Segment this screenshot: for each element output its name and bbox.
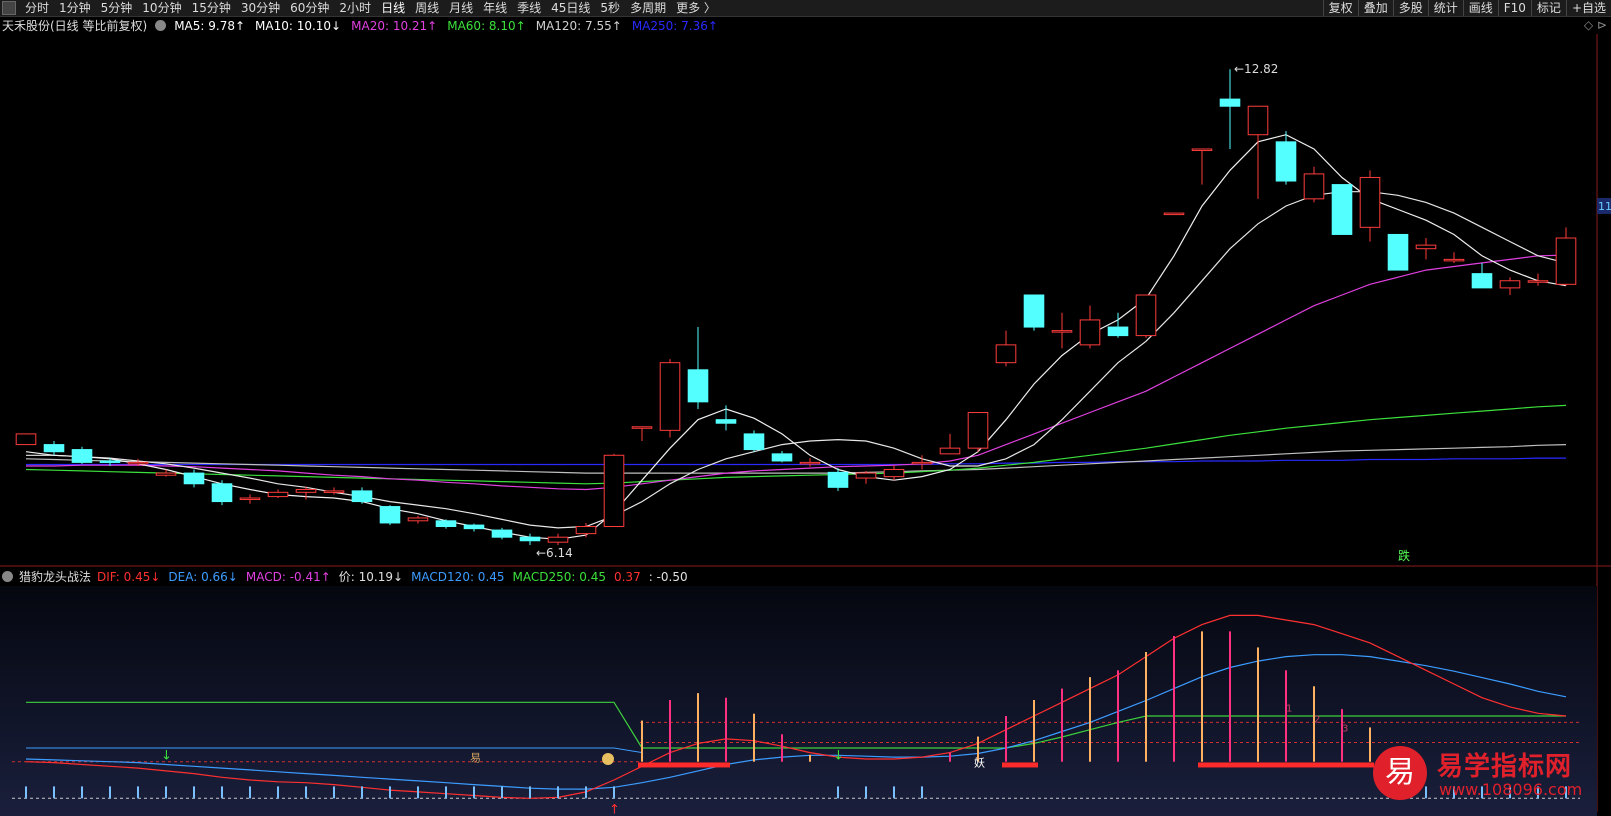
- candle-body: [351, 490, 373, 503]
- candle-body: [99, 460, 121, 463]
- watermark: 易 易学指标网 www.108096.com: [1373, 742, 1611, 816]
- candle-body: [911, 461, 933, 465]
- candle-body: [211, 483, 233, 503]
- candle-body: [1107, 326, 1129, 337]
- marker-number: 1: [1286, 703, 1292, 714]
- signal-bar: [638, 762, 730, 768]
- signal-bar: [1198, 762, 1374, 768]
- money-bag-icon: [602, 752, 614, 765]
- candle-body: [407, 517, 429, 522]
- price-tag-text: 11.: [1598, 200, 1611, 213]
- candle-body: [1471, 273, 1493, 289]
- candle-body: [155, 472, 177, 476]
- candle-body: [575, 526, 597, 535]
- candle-body: [491, 529, 513, 538]
- low-label: ←6.14: [536, 546, 573, 560]
- candle-body: [547, 536, 569, 543]
- candle-body: [463, 524, 485, 530]
- marker-number: 2: [1314, 714, 1320, 725]
- candle-body: [771, 453, 793, 462]
- candle-body: [1275, 141, 1297, 182]
- candle-body: [519, 536, 541, 542]
- candle-body: [1079, 319, 1101, 346]
- candle-body: [1247, 105, 1269, 136]
- marker-yi: 易: [470, 752, 481, 765]
- candle-body: [1023, 294, 1045, 328]
- candle-body: [239, 497, 261, 501]
- marker-number: 3: [1342, 724, 1348, 735]
- candle-body: [799, 461, 821, 465]
- marker-yao: 妖: [974, 755, 985, 769]
- kline-chart[interactable]: 11.←12.82←6.14跌↓↓↓↑易妖123: [0, 0, 1611, 816]
- candle-body: [1191, 148, 1213, 151]
- candle-body: [15, 433, 37, 446]
- fall-label: 跌: [1398, 548, 1410, 563]
- candle-body: [127, 461, 149, 465]
- sub-panel: [0, 586, 1597, 816]
- candle-body: [71, 449, 93, 463]
- candle-body: [323, 490, 345, 493]
- candle-body: [435, 520, 457, 528]
- candle-body: [267, 491, 289, 498]
- candle-body: [1415, 244, 1437, 250]
- candle-body: [1163, 212, 1185, 216]
- candle-body: [1135, 294, 1157, 337]
- candle-body: [1303, 173, 1325, 200]
- down-arrow-icon: ↓: [833, 748, 844, 763]
- candle-body: [183, 472, 205, 485]
- candle-body: [883, 469, 905, 478]
- candle-body: [1331, 184, 1353, 235]
- candle-body: [1387, 233, 1409, 271]
- candle-body: [603, 454, 625, 528]
- candle-body: [659, 362, 681, 431]
- candle-body: [855, 472, 877, 479]
- candle-body: [379, 506, 401, 524]
- candle-body: [743, 433, 765, 451]
- watermark-url: www.108096.com: [1439, 780, 1583, 799]
- candle-body: [967, 412, 989, 449]
- candle-body: [687, 369, 709, 403]
- candle-body: [995, 344, 1017, 364]
- candle-body: [1499, 280, 1521, 289]
- candle-body: [1555, 237, 1577, 285]
- watermark-logo-icon: 易: [1373, 746, 1427, 800]
- main-panel: [0, 34, 1611, 567]
- candle-body: [295, 488, 317, 493]
- watermark-title: 易学指标网: [1437, 752, 1573, 782]
- candle-body: [827, 471, 849, 488]
- candle-body: [43, 444, 65, 453]
- candle-body: [939, 447, 961, 455]
- candle-body: [631, 426, 653, 429]
- candle-body: [1359, 176, 1381, 228]
- candle-body: [1527, 280, 1549, 283]
- down-arrow-icon: ↓: [161, 748, 172, 763]
- candle-body: [715, 419, 737, 424]
- high-label: ←12.82: [1234, 62, 1278, 76]
- candle-body: [1051, 330, 1073, 333]
- up-arrow-icon: ↑: [609, 802, 620, 816]
- candle-body: [1219, 98, 1241, 107]
- candle-body: [1443, 258, 1465, 262]
- signal-bar: [1002, 762, 1038, 768]
